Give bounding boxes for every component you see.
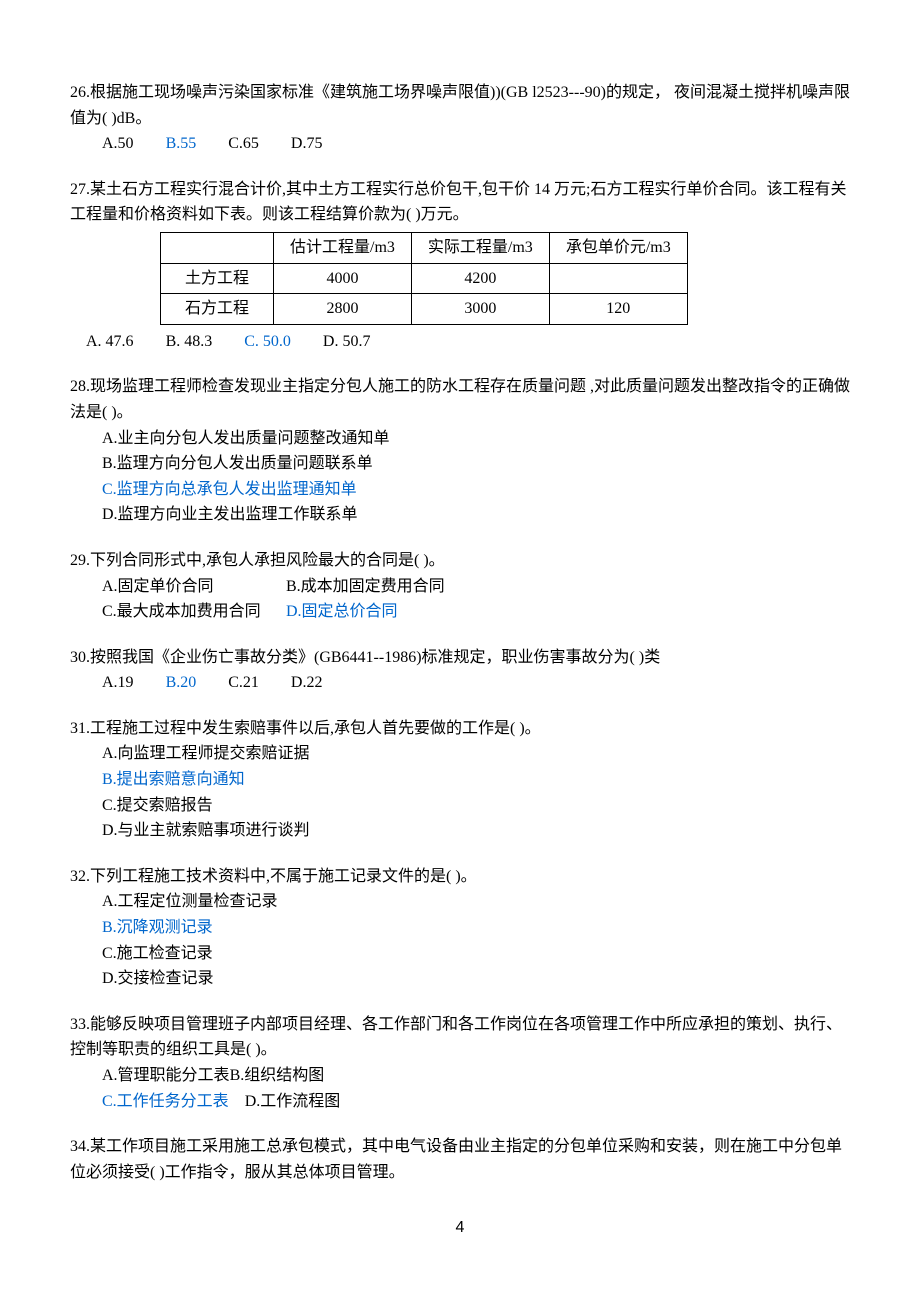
th-blank	[161, 232, 274, 263]
option-26-d: D.75	[291, 131, 323, 157]
option-26-a: A.50	[102, 131, 134, 157]
cell-rock-label: 石方工程	[161, 294, 274, 325]
cell-earth-estimate: 4000	[274, 263, 412, 294]
option-32-d: D.交接检查记录	[102, 966, 850, 992]
table-row: 土方工程 4000 4200	[161, 263, 688, 294]
question-29-options: A.固定单价合同 B.成本加固定费用合同 C.最大成本加费用合同 D.固定总价合…	[70, 574, 850, 625]
option-27-c: C. 50.0	[244, 329, 291, 355]
question-34-stem: 34.某工作项目施工采用施工总承包模式，其中电气设备由业主指定的分包单位采购和安…	[70, 1134, 850, 1185]
option-33-c: C.工作任务分工表	[102, 1093, 229, 1110]
option-28-d: D.监理方向业主发出监理工作联系单	[102, 502, 850, 528]
question-27-options: A. 47.6 B. 48.3 C. 50.0 D. 50.7	[70, 329, 850, 355]
option-31-b: B.提出索赔意向通知	[102, 767, 850, 793]
question-32-options: A.工程定位测量检查记录 B.沉降观测记录 C.施工检查记录 D.交接检查记录	[70, 889, 850, 991]
question-34: 34.某工作项目施工采用施工总承包模式，其中电气设备由业主指定的分包单位采购和安…	[70, 1134, 850, 1185]
question-31: 31.工程施工过程中发生索赔事件以后,承包人首先要做的工作是( )。 A.向监理…	[70, 716, 850, 844]
question-28-options: A.业主向分包人发出质量问题整改通知单 B.监理方向分包人发出质量问题联系单 C…	[70, 426, 850, 528]
question-33: 33.能够反映项目管理班子内部项目经理、各工作部门和各工作岗位在各项管理工作中所…	[70, 1012, 850, 1114]
option-28-b: B.监理方向分包人发出质量问题联系单	[102, 451, 850, 477]
th-estimate: 估计工程量/m3	[274, 232, 412, 263]
question-29-stem: 29.下列合同形式中,承包人承担风险最大的合同是( )。	[70, 548, 850, 574]
question-30-options: A.19 B.20 C.21 D.22	[70, 670, 850, 696]
question-32: 32.下列工程施工技术资料中,不属于施工记录文件的是( )。 A.工程定位测量检…	[70, 864, 850, 992]
question-33-options: A.管理职能分工表B.组织结构图 C.工作任务分工表 D.工作流程图	[70, 1063, 850, 1114]
question-28-stem: 28.现场监理工程师检查发现业主指定分包人施工的防水工程存在质量问题 ,对此质量…	[70, 374, 850, 425]
question-26-options: A.50 B.55 C.65 D.75	[70, 131, 850, 157]
option-32-c: C.施工检查记录	[102, 941, 850, 967]
option-27-d: D. 50.7	[323, 329, 371, 355]
th-actual: 实际工程量/m3	[411, 232, 549, 263]
option-29-c: C.最大成本加费用合同	[102, 599, 282, 625]
question-32-stem: 32.下列工程施工技术资料中,不属于施工记录文件的是( )。	[70, 864, 850, 890]
option-31-c: C.提交索赔报告	[102, 793, 850, 819]
option-31-a: A.向监理工程师提交索赔证据	[102, 741, 850, 767]
option-27-b: B. 48.3	[166, 329, 213, 355]
option-29-d: D.固定总价合同	[286, 599, 398, 625]
option-32-a: A.工程定位测量检查记录	[102, 889, 850, 915]
page-number: 4	[70, 1215, 850, 1241]
question-30-stem: 30.按照我国《企业伤亡事故分类》(GB6441--1986)标准规定，职业伤害…	[70, 645, 850, 671]
option-30-d: D.22	[291, 670, 323, 696]
cell-rock-estimate: 2800	[274, 294, 412, 325]
option-28-a: A.业主向分包人发出质量问题整改通知单	[102, 426, 850, 452]
question-27-stem: 27.某土石方工程实行混合计价,其中土方工程实行总价包干,包干价 14 万元;石…	[70, 177, 850, 228]
table-row: 石方工程 2800 3000 120	[161, 294, 688, 325]
th-unit-price: 承包单价元/m3	[549, 232, 687, 263]
question-31-options: A.向监理工程师提交索赔证据 B.提出索赔意向通知 C.提交索赔报告 D.与业主…	[70, 741, 850, 843]
option-29-a: A.固定单价合同	[102, 574, 282, 600]
option-33-b: B.组织结构图	[230, 1067, 325, 1084]
cell-rock-actual: 3000	[411, 294, 549, 325]
option-27-a: A. 47.6	[86, 329, 134, 355]
table-header-row: 估计工程量/m3 实际工程量/m3 承包单价元/m3	[161, 232, 688, 263]
option-33-d: D.工作流程图	[245, 1093, 341, 1110]
option-30-a: A.19	[102, 670, 134, 696]
question-26: 26.根据施工现场噪声污染国家标准《建筑施工场界噪声限值))(GB l2523-…	[70, 80, 850, 157]
option-32-b: B.沉降观测记录	[102, 915, 850, 941]
option-26-c: C.65	[228, 131, 259, 157]
option-28-c: C.监理方向总承包人发出监理通知单	[102, 477, 850, 503]
option-30-c: C.21	[228, 670, 259, 696]
question-29: 29.下列合同形式中,承包人承担风险最大的合同是( )。 A.固定单价合同 B.…	[70, 548, 850, 625]
option-33-a: A.管理职能分工表	[102, 1067, 230, 1084]
option-29-b: B.成本加固定费用合同	[286, 574, 445, 600]
cell-rock-price: 120	[549, 294, 687, 325]
question-26-stem: 26.根据施工现场噪声污染国家标准《建筑施工场界噪声限值))(GB l2523-…	[70, 80, 850, 131]
question-31-stem: 31.工程施工过程中发生索赔事件以后,承包人首先要做的工作是( )。	[70, 716, 850, 742]
question-27-table: 估计工程量/m3 实际工程量/m3 承包单价元/m3 土方工程 4000 420…	[160, 232, 688, 325]
cell-earth-actual: 4200	[411, 263, 549, 294]
question-27: 27.某土石方工程实行混合计价,其中土方工程实行总价包干,包干价 14 万元;石…	[70, 177, 850, 355]
question-30: 30.按照我国《企业伤亡事故分类》(GB6441--1986)标准规定，职业伤害…	[70, 645, 850, 696]
question-33-stem: 33.能够反映项目管理班子内部项目经理、各工作部门和各工作岗位在各项管理工作中所…	[70, 1012, 850, 1063]
question-28: 28.现场监理工程师检查发现业主指定分包人施工的防水工程存在质量问题 ,对此质量…	[70, 374, 850, 528]
option-30-b: B.20	[166, 670, 197, 696]
cell-earth-price	[549, 263, 687, 294]
cell-earth-label: 土方工程	[161, 263, 274, 294]
option-31-d: D.与业主就索赔事项进行谈判	[102, 818, 850, 844]
option-26-b: B.55	[166, 131, 197, 157]
